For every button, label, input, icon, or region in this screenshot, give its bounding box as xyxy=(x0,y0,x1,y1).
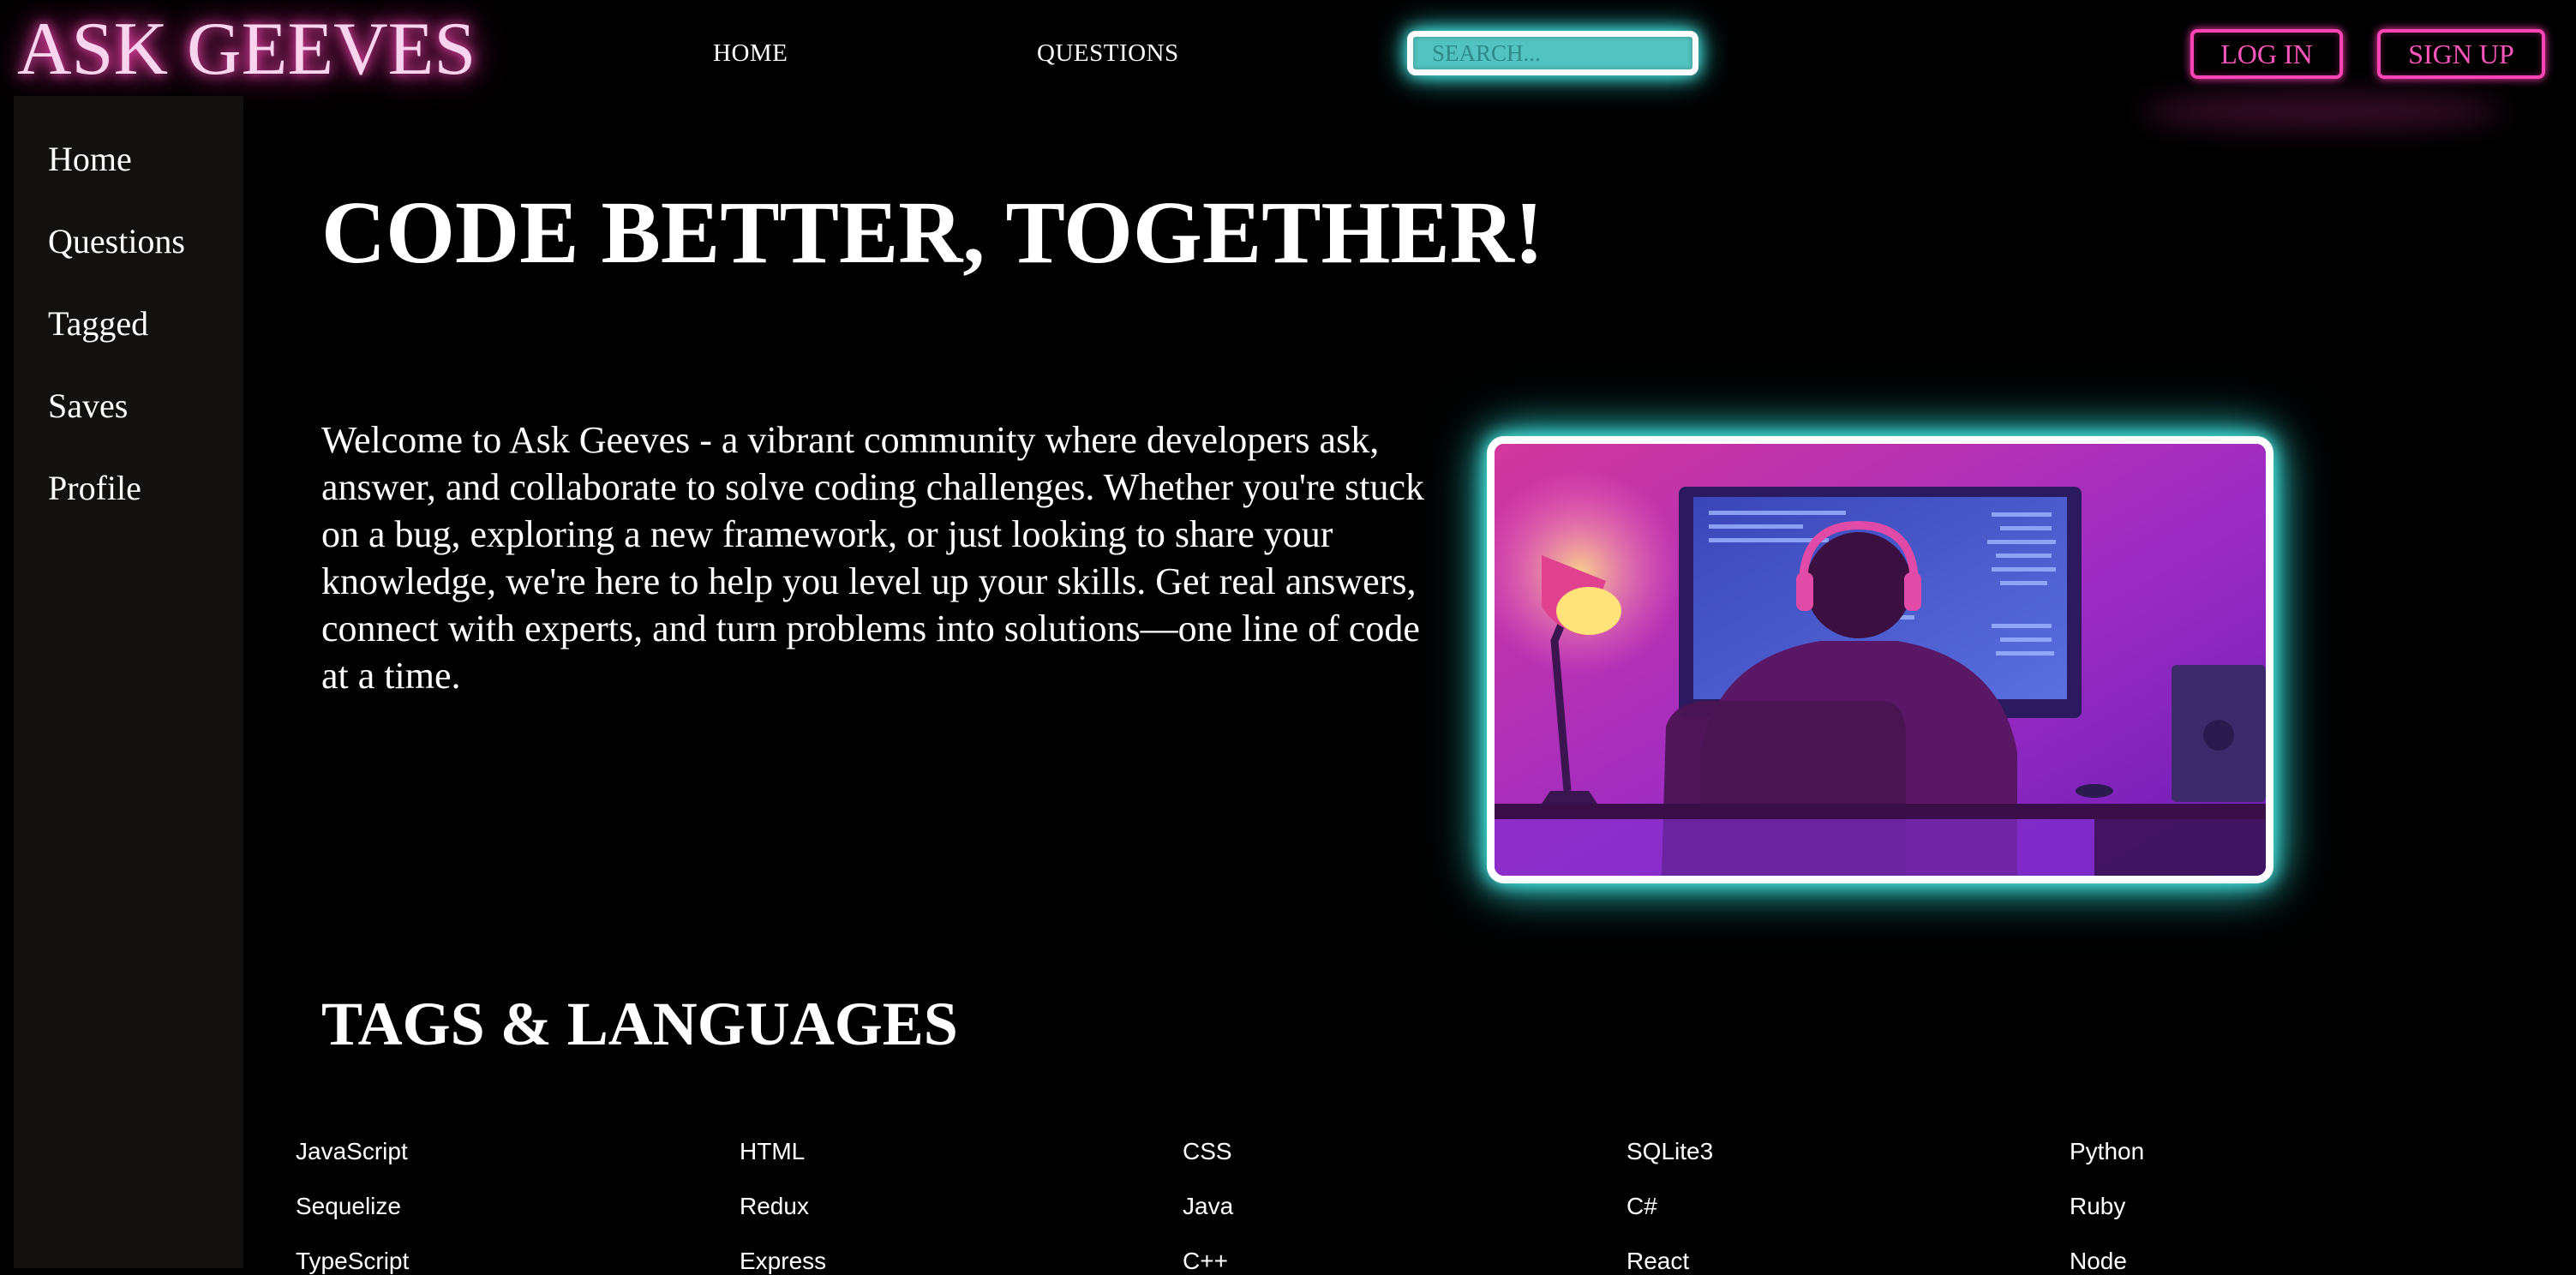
login-button[interactable]: LOG IN xyxy=(2190,29,2343,79)
tag-css[interactable]: CSS xyxy=(1183,1138,1232,1165)
sidebar-item-saves[interactable]: Saves xyxy=(48,386,128,426)
nav-home[interactable]: HOME xyxy=(713,39,788,68)
tag-python[interactable]: Python xyxy=(2070,1138,2144,1165)
nav-questions[interactable]: QUESTIONS xyxy=(1037,39,1179,68)
header-glow xyxy=(2142,94,2502,129)
tag-java[interactable]: Java xyxy=(1183,1193,1233,1220)
sidebar-item-home[interactable]: Home xyxy=(48,139,132,179)
tag-javascript[interactable]: JavaScript xyxy=(296,1138,408,1165)
tag-typescript[interactable]: TypeScript xyxy=(296,1248,409,1275)
hero-image xyxy=(1487,436,2273,883)
tag-html[interactable]: HTML xyxy=(740,1138,805,1165)
tag-redux[interactable]: Redux xyxy=(740,1193,809,1220)
sidebar-item-questions[interactable]: Questions xyxy=(48,221,185,261)
sidebar-item-profile[interactable]: Profile xyxy=(48,468,141,508)
tag-node[interactable]: Node xyxy=(2070,1248,2127,1275)
tag-sequelize[interactable]: Sequelize xyxy=(296,1193,401,1220)
intro-paragraph: Welcome to Ask Geeves - a vibrant commun… xyxy=(321,419,1425,697)
sidebar-item-tagged[interactable]: Tagged xyxy=(48,303,148,344)
site-logo[interactable]: ASK GEEVES xyxy=(17,5,476,94)
tag-sqlite3[interactable]: SQLite3 xyxy=(1626,1138,1713,1165)
tag-cpp[interactable]: C++ xyxy=(1183,1248,1228,1275)
search-input[interactable] xyxy=(1407,31,1698,75)
tag-react[interactable]: React xyxy=(1626,1248,1689,1275)
signup-button[interactable]: SIGN UP xyxy=(2377,29,2545,79)
tag-ruby[interactable]: Ruby xyxy=(2070,1193,2125,1220)
tags-section-title: TAGS & LANGUAGES xyxy=(321,990,958,1058)
developer-illustration xyxy=(1495,444,2266,876)
tag-express[interactable]: Express xyxy=(740,1248,826,1275)
sidebar: Home Questions Tagged Saves Profile xyxy=(14,96,243,1268)
tag-csharp[interactable]: C# xyxy=(1626,1193,1657,1220)
page-title: CODE BETTER, TOGETHER! xyxy=(321,183,1544,282)
